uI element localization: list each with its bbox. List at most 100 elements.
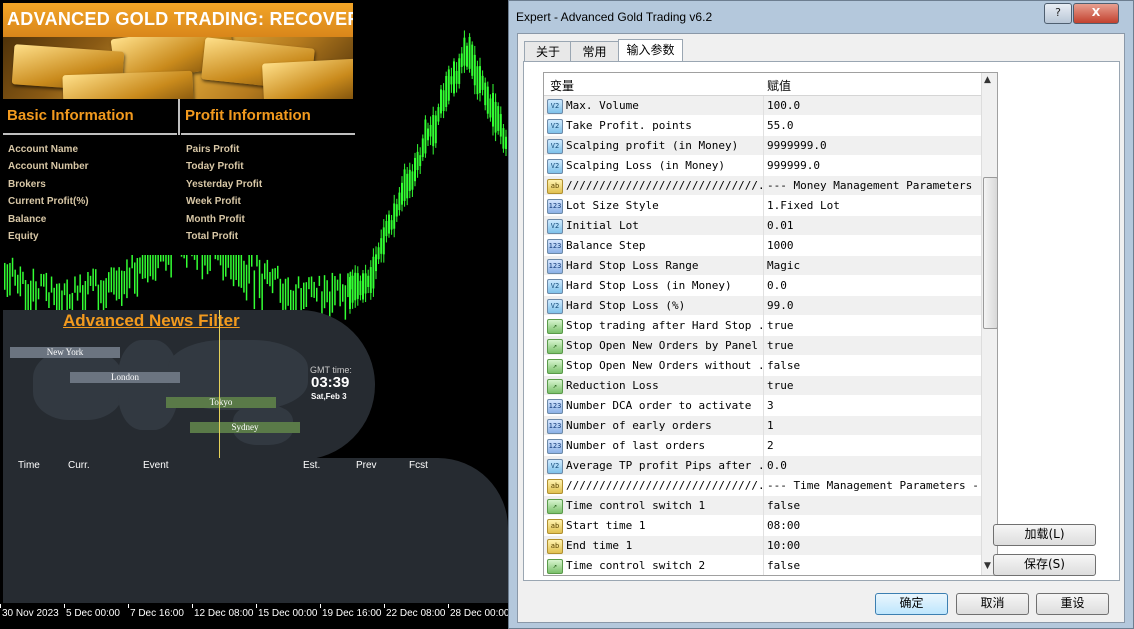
param-row[interactable]: 123 Number of early orders 1	[544, 416, 981, 436]
param-row[interactable]: V2 Initial Lot 0.01	[544, 216, 981, 236]
param-row[interactable]: ab End time 1 10:00	[544, 536, 981, 556]
param-name: Stop trading after Hard Stop ...	[566, 319, 762, 332]
param-row[interactable]: V2 Take Profit. points 55.0	[544, 116, 981, 136]
param-row[interactable]: ab/////////////////////////////... --- Mo…	[544, 176, 981, 196]
param-value[interactable]: 999999.0	[767, 159, 979, 172]
param-name: Balance Step	[566, 239, 646, 252]
param-row[interactable]: 123 Hard Stop Loss Range Magic	[544, 256, 981, 276]
column-value[interactable]: 赋值	[767, 77, 791, 94]
param-row[interactable]: V2 Scalping Loss (in Money) 999999.0	[544, 156, 981, 176]
cancel-button[interactable]: 取消	[956, 593, 1029, 615]
load-button[interactable]: 加载(L)	[993, 524, 1096, 546]
date-tick	[384, 604, 385, 608]
param-name: Time control switch 2	[566, 559, 706, 572]
scroll-thumb[interactable]	[983, 177, 997, 329]
tab-inputs[interactable]: 输入参数	[618, 39, 683, 63]
param-row[interactable]: ↗ Stop Open New Orders without ... false	[544, 356, 981, 376]
param-value[interactable]: --- Money Management Parameters ---	[767, 179, 979, 192]
param-value[interactable]: false	[767, 359, 979, 372]
param-value[interactable]: 0.01	[767, 219, 979, 232]
param-row[interactable]: ↗ Time control switch 2 false	[544, 556, 981, 575]
help-button[interactable]: ?	[1044, 3, 1072, 24]
param-type-icon: V2	[547, 139, 563, 154]
param-name: Reduction Loss	[566, 379, 659, 392]
param-value[interactable]: false	[767, 499, 979, 512]
price-chart[interactable]: ADVANCED GOLD TRADING: RECOVERY Basic In…	[0, 0, 508, 629]
param-row[interactable]: 123 Number of last orders 2	[544, 436, 981, 456]
news-header-event: Event	[143, 460, 169, 471]
param-value[interactable]: 1000	[767, 239, 979, 252]
param-row[interactable]: ab/////////////////////////////... --- Ti…	[544, 476, 981, 496]
param-row[interactable]: V2 Hard Stop Loss (in Money) 0.0	[544, 276, 981, 296]
param-value[interactable]: true	[767, 379, 979, 392]
param-value[interactable]: 9999999.0	[767, 139, 979, 152]
param-value[interactable]: 0.0	[767, 459, 979, 472]
param-value[interactable]: 100.0	[767, 99, 979, 112]
candle-body	[279, 278, 282, 303]
param-value[interactable]: 0.0	[767, 279, 979, 292]
parameters-grid[interactable]: 变量 赋值 V2 Max. Volume 100.0 V2 Take Profit. p…	[543, 72, 998, 576]
session-london: London	[70, 372, 180, 383]
param-row[interactable]: ab Start time 1 08:00	[544, 516, 981, 536]
param-row[interactable]: ↗ Reduction Loss true	[544, 376, 981, 396]
param-row[interactable]: V2 Scalping profit (in Money) 9999999.0	[544, 136, 981, 156]
param-name: Max. Volume	[566, 99, 639, 112]
candle-body	[377, 247, 380, 260]
param-row[interactable]: 123 Number DCA order to activate 3	[544, 396, 981, 416]
param-type-icon: V2	[547, 279, 563, 294]
candle-body	[113, 267, 115, 295]
date-tick-label: 15 Dec 00:00	[258, 608, 318, 619]
param-value[interactable]: false	[767, 559, 979, 572]
reset-button[interactable]: 重设	[1036, 593, 1109, 615]
param-name: Hard Stop Loss (%)	[566, 299, 686, 312]
close-button[interactable]: X	[1073, 3, 1119, 24]
param-value[interactable]: 08:00	[767, 519, 979, 532]
profit-info-title: Profit Information	[185, 107, 311, 124]
param-name: Stop Open New Orders without ...	[566, 359, 762, 372]
candle-body	[460, 53, 463, 67]
param-row[interactable]: ↗ Time control switch 1 false	[544, 496, 981, 516]
param-value[interactable]: true	[767, 339, 979, 352]
title-bar[interactable]: Expert - Advanced Gold Trading v6.2 ? X	[509, 1, 1133, 33]
param-value[interactable]: true	[767, 319, 979, 332]
param-row[interactable]: V2 Max. Volume 100.0	[544, 96, 981, 116]
candle-body	[19, 266, 22, 297]
param-name: /////////////////////////////...	[566, 479, 762, 492]
param-value[interactable]: 10:00	[767, 539, 979, 552]
param-value[interactable]: 1.Fixed Lot	[767, 199, 979, 212]
param-row[interactable]: V2 Average TP profit Pips after ... 0.0	[544, 456, 981, 476]
save-button[interactable]: 保存(S)	[993, 554, 1096, 576]
scroll-down-icon[interactable]: ▼	[984, 561, 991, 571]
candle-body	[35, 281, 37, 314]
candle-body	[147, 253, 149, 283]
news-filter-title[interactable]: Advanced News Filter	[63, 311, 240, 331]
param-row[interactable]: ↗ Stop trading after Hard Stop ... true	[544, 316, 981, 336]
candle-body	[115, 270, 118, 301]
scroll-up-icon[interactable]: ▲	[984, 75, 991, 85]
param-value[interactable]: 99.0	[767, 299, 979, 312]
candle-body	[356, 273, 359, 299]
candle-body	[308, 277, 310, 290]
grid-scrollbar[interactable]: ▲ ▼	[981, 73, 997, 575]
profit-info-row: Today Profit	[186, 161, 244, 173]
candle-body	[434, 115, 437, 144]
param-name: Take Profit. points	[566, 119, 692, 132]
candle-body	[326, 280, 328, 303]
param-value[interactable]: Magic	[767, 259, 979, 272]
candle-body	[53, 287, 55, 306]
param-value[interactable]: 2	[767, 439, 979, 452]
tab-about[interactable]: 关于	[524, 41, 572, 62]
param-row[interactable]: 123 Balance Step 1000	[544, 236, 981, 256]
tab-common[interactable]: 常用	[570, 41, 619, 62]
ok-button[interactable]: 确定	[875, 593, 948, 615]
param-value[interactable]: 3	[767, 399, 979, 412]
candle-body	[82, 285, 84, 312]
param-value[interactable]: 55.0	[767, 119, 979, 132]
column-variable[interactable]: 变量	[550, 77, 574, 94]
param-value[interactable]: 1	[767, 419, 979, 432]
param-row[interactable]: V2 Hard Stop Loss (%) 99.0	[544, 296, 981, 316]
param-value[interactable]: --- Time Management Parameters ---	[767, 479, 979, 492]
profit-info-row: Month Profit	[186, 213, 245, 225]
param-row[interactable]: 123 Lot Size Style 1.Fixed Lot	[544, 196, 981, 216]
param-row[interactable]: ↗ Stop Open New Orders by Panel true	[544, 336, 981, 356]
